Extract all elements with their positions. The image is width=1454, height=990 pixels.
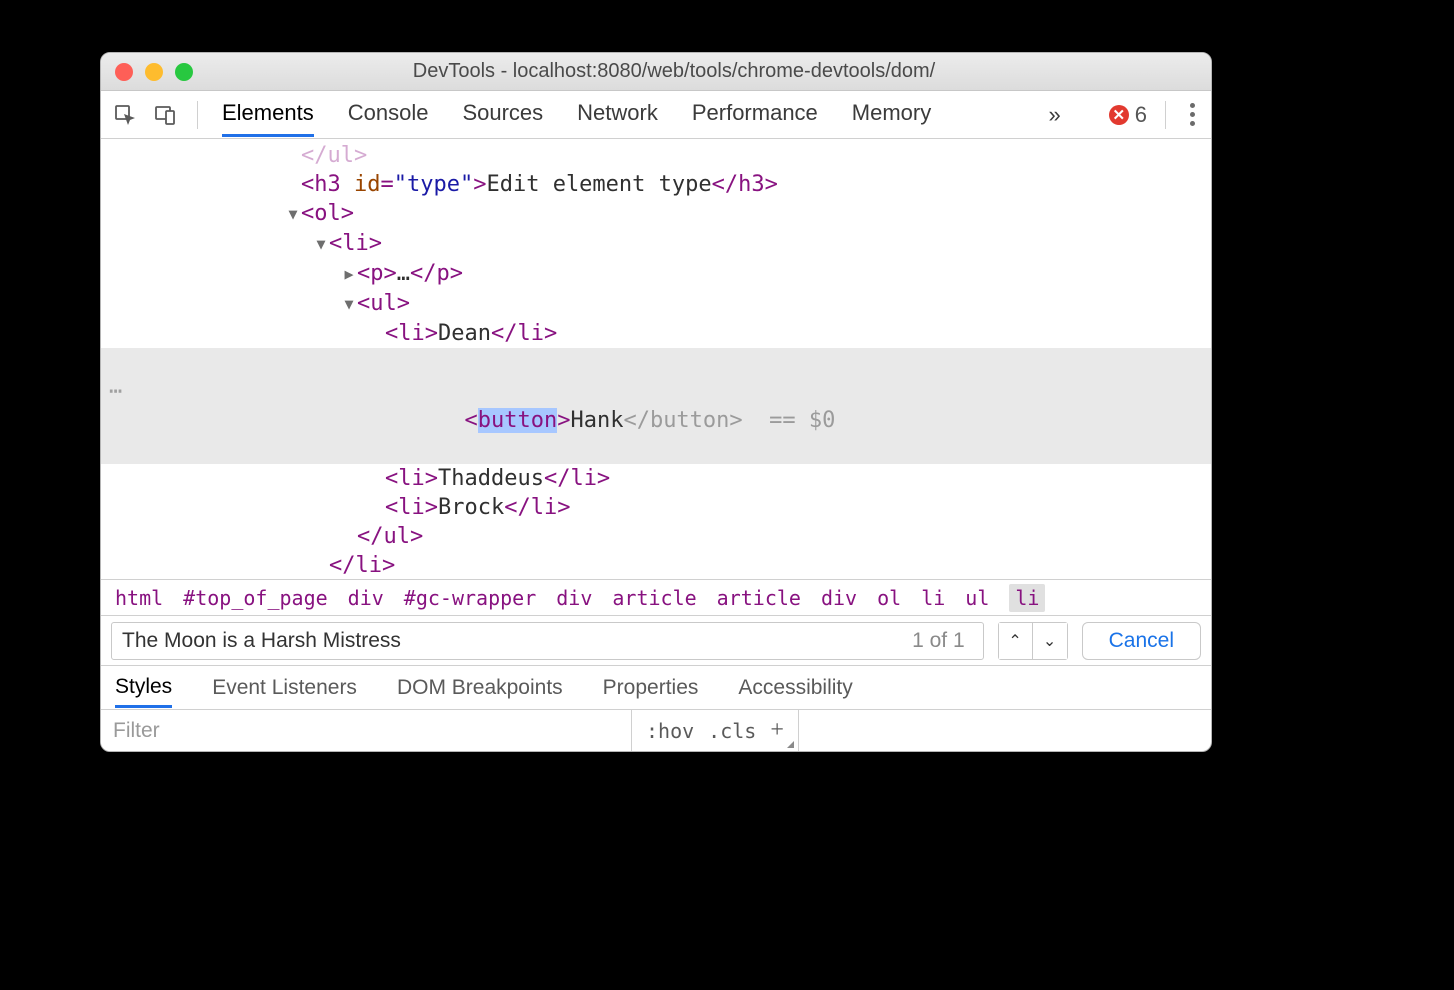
crumb[interactable]: #gc-wrapper — [404, 586, 536, 610]
subtab-dom-breakpoints[interactable]: DOM Breakpoints — [397, 676, 563, 700]
close-window-button[interactable] — [115, 63, 133, 81]
dom-node-selected[interactable]: ⋯ <button>Hank</button> == $0 — [101, 348, 1211, 464]
dom-breadcrumbs: html #top_of_page div #gc-wrapper div ar… — [101, 579, 1211, 615]
search-cancel-button[interactable]: Cancel — [1082, 622, 1201, 660]
tab-memory[interactable]: Memory — [852, 92, 931, 137]
dom-node[interactable]: ▼<ul> — [101, 289, 1211, 319]
dom-node[interactable]: </li> — [101, 551, 1211, 579]
dom-node[interactable]: ▼<ol> — [101, 199, 1211, 229]
main-toolbar: Elements Console Sources Network Perform… — [101, 91, 1211, 139]
minimize-window-button[interactable] — [145, 63, 163, 81]
search-next-button[interactable]: ⌄ — [1033, 623, 1067, 659]
panel-tabs: Elements Console Sources Network Perform… — [222, 92, 931, 137]
crumb[interactable]: article — [717, 586, 801, 610]
crumb[interactable]: html — [115, 586, 163, 610]
styles-toggle-group: :hov .cls + — [631, 710, 799, 751]
window-title: DevTools - localhost:8080/web/tools/chro… — [211, 60, 1197, 83]
inspect-element-icon[interactable] — [111, 101, 139, 129]
dom-node[interactable]: </ul> — [101, 522, 1211, 551]
search-stepper: ⌃ ⌄ — [998, 622, 1068, 660]
dom-node[interactable]: <li>Brock</li> — [101, 493, 1211, 522]
error-icon: ✕ — [1109, 105, 1129, 125]
crumb[interactable]: li — [921, 586, 945, 610]
search-field-wrapper: The Moon is a Harsh Mistress 1 of 1 — [111, 622, 984, 660]
styles-toolbar: :hov .cls + — [101, 709, 1211, 751]
search-bar: The Moon is a Harsh Mistress 1 of 1 ⌃ ⌄ … — [101, 615, 1211, 665]
subtab-styles[interactable]: Styles — [115, 675, 172, 708]
search-input[interactable]: The Moon is a Harsh Mistress — [122, 629, 401, 653]
tab-sources[interactable]: Sources — [462, 92, 543, 137]
traffic-lights — [115, 63, 193, 81]
crumb[interactable]: div — [821, 586, 857, 610]
sidebar-tabs: Styles Event Listeners DOM Breakpoints P… — [101, 665, 1211, 709]
dropdown-caret-icon — [787, 741, 794, 748]
selected-marker: ⋯ — [109, 377, 124, 406]
tab-elements[interactable]: Elements — [222, 92, 314, 137]
crumb-active[interactable]: li — [1009, 584, 1045, 612]
settings-menu-button[interactable] — [1184, 103, 1201, 126]
crumb[interactable]: div — [556, 586, 592, 610]
dom-node[interactable]: <li>Thaddeus</li> — [101, 464, 1211, 493]
tab-network[interactable]: Network — [577, 92, 658, 137]
subtab-properties[interactable]: Properties — [603, 676, 699, 700]
dom-node[interactable]: ▼<li> — [101, 229, 1211, 259]
styles-filter-input[interactable] — [101, 710, 631, 751]
tab-console[interactable]: Console — [348, 92, 429, 137]
titlebar: DevTools - localhost:8080/web/tools/chro… — [101, 53, 1211, 91]
crumb[interactable]: ul — [965, 586, 989, 610]
crumb[interactable]: div — [348, 586, 384, 610]
tab-performance[interactable]: Performance — [692, 92, 818, 137]
error-count: 6 — [1135, 102, 1147, 128]
dom-node[interactable]: <li>Dean</li> — [101, 319, 1211, 348]
dom-node: </ul> — [301, 143, 367, 168]
search-prev-button[interactable]: ⌃ — [999, 623, 1033, 659]
devtools-window: DevTools - localhost:8080/web/tools/chro… — [100, 52, 1212, 752]
zoom-window-button[interactable] — [175, 63, 193, 81]
crumb[interactable]: article — [612, 586, 696, 610]
crumb[interactable]: #top_of_page — [183, 586, 328, 610]
editing-tag-name[interactable]: button — [478, 408, 557, 433]
hov-toggle[interactable]: :hov — [646, 719, 694, 743]
dom-node[interactable]: <h3 id="type">Edit element type</h3> — [101, 170, 1211, 199]
styles-pane — [799, 710, 1211, 751]
device-toolbar-icon[interactable] — [151, 101, 179, 129]
dom-tree[interactable]: </ul> <h3 id="type">Edit element type</h… — [101, 139, 1211, 579]
overflow-tabs-button[interactable]: » — [1049, 102, 1061, 128]
new-style-rule-button[interactable]: + — [770, 717, 784, 744]
search-match-count: 1 of 1 — [912, 629, 973, 653]
cls-toggle[interactable]: .cls — [708, 719, 756, 743]
subtab-event-listeners[interactable]: Event Listeners — [212, 676, 357, 700]
dom-node[interactable]: ▶<p>…</p> — [101, 259, 1211, 289]
crumb[interactable]: ol — [877, 586, 901, 610]
subtab-accessibility[interactable]: Accessibility — [738, 676, 852, 700]
error-count-badge[interactable]: ✕ 6 — [1109, 102, 1147, 128]
